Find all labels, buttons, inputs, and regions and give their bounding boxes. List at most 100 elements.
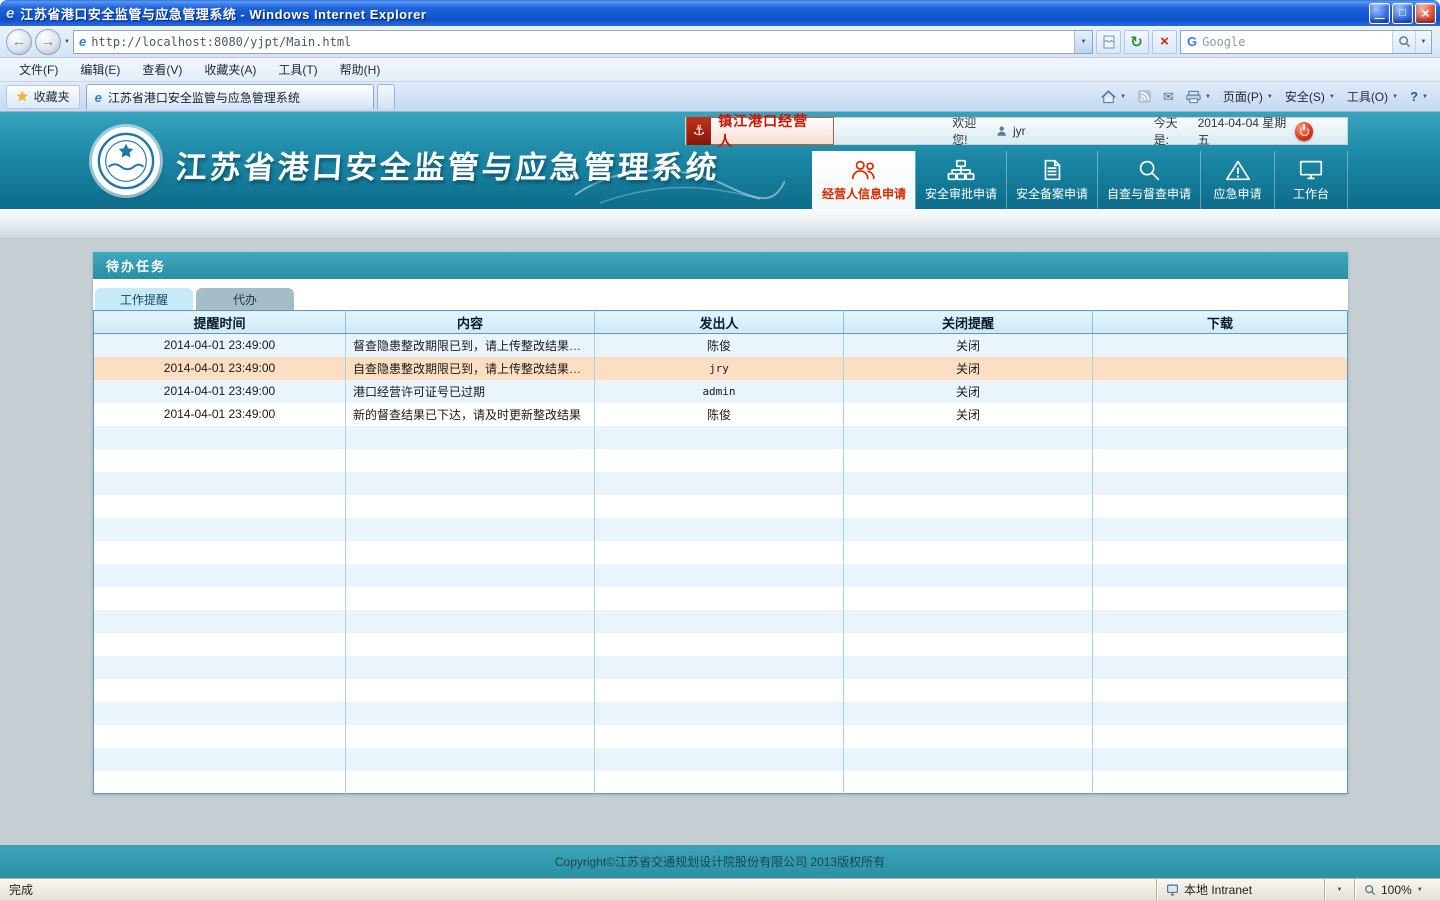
today-label: 今天是: (1154, 114, 1192, 148)
favorites-label: 收藏夹 (34, 88, 70, 105)
main-navigation: 经营人信息申请安全审批申请安全备案申请自查与督查申请应急申请工作台 (812, 151, 1348, 209)
favorites-button[interactable]: ★ 收藏夹 (6, 85, 80, 109)
reminder-row: 2014-04-01 23:49:00港口经营许可证号已过期admin关闭 (94, 380, 1348, 403)
empty-row (94, 633, 1348, 656)
magnifier-icon (1398, 35, 1411, 48)
compatibility-icon (1102, 35, 1116, 49)
cell-sender: 陈俊 (595, 334, 844, 357)
anchor-icon: ⚓ (687, 117, 711, 145)
browser-tab[interactable]: e 江苏省港口安全监管与应急管理系统 (86, 84, 374, 109)
safety-menu-button[interactable]: 安全(S) ▼ (1279, 85, 1341, 109)
forward-button[interactable]: → (35, 29, 61, 55)
column-header-3: 发出人 (595, 311, 844, 334)
empty-row (94, 587, 1348, 610)
cell-close: 关闭 (844, 380, 1093, 403)
menu-view[interactable]: 查看(V) (131, 58, 193, 81)
logout-button[interactable] (1295, 122, 1313, 141)
page-menu-button[interactable]: 页面(P) ▼ (1217, 85, 1279, 109)
star-icon: ★ (16, 88, 29, 105)
home-button[interactable]: ▼ (1095, 85, 1132, 109)
tools-menu-button[interactable]: 工具(O) ▼ (1341, 85, 1404, 109)
close-reminder-link[interactable]: 关闭 (956, 385, 980, 399)
menu-bar: 文件(F)编辑(E)查看(V)收藏夹(A)工具(T)帮助(H) (0, 58, 1440, 82)
status-text: 完成 (0, 881, 1156, 898)
read-mail-button[interactable]: ✉ (1157, 85, 1180, 109)
empty-row (94, 426, 1348, 449)
compatibility-view-button[interactable] (1096, 30, 1121, 54)
nav-tab-2[interactable]: 安全审批申请 (915, 151, 1006, 209)
status-options-button[interactable]: ▼ (1324, 879, 1354, 900)
table-header-row: 提醒时间内容发出人关闭提醒下载 (94, 311, 1348, 334)
today-date: 2014-04-04 星期五 (1198, 114, 1295, 148)
cell-time: 2014-04-01 23:49:00 (94, 380, 346, 403)
url-text[interactable]: http://localhost:8080/yjpt/Main.html (91, 35, 1069, 49)
dropdown-caret-icon: ▼ (1120, 94, 1126, 100)
back-button[interactable]: ← (6, 29, 32, 55)
empty-row (94, 495, 1348, 518)
print-button[interactable]: ▼ (1180, 85, 1217, 109)
maximize-button[interactable]: □ (1392, 3, 1413, 24)
help-icon: ? (1410, 89, 1418, 104)
tools-menu-label: 工具(O) (1347, 88, 1388, 105)
zoom-control[interactable]: 100% ▼ (1354, 879, 1440, 900)
minimize-icon: — (1375, 14, 1385, 23)
nav-tab-label: 安全审批申请 (925, 185, 997, 202)
search-box[interactable]: G Google ▼ (1180, 30, 1432, 54)
nav-tab-3[interactable]: 安全备案申请 (1006, 151, 1097, 209)
empty-row (94, 449, 1348, 472)
cell-content: 新的督查结果已下达，请及时更新整改结果 (346, 403, 595, 426)
user-icon (996, 125, 1007, 137)
header-divider-band (0, 209, 1440, 239)
search-button[interactable] (1393, 31, 1415, 53)
window-title: 江苏省港口安全监管与应急管理系统 - Windows Internet Expl… (20, 4, 426, 23)
menu-edit[interactable]: 编辑(E) (69, 58, 131, 81)
new-tab-button[interactable] (377, 84, 395, 109)
nav-tab-5[interactable]: 应急申请 (1200, 151, 1274, 209)
feeds-button[interactable] (1132, 85, 1157, 109)
task-tab-reminders[interactable]: 工作提醒 (95, 288, 193, 310)
nav-tab-4[interactable]: 自查与督查申请 (1097, 151, 1200, 209)
forward-arrow-icon: → (41, 33, 56, 50)
document-icon (1038, 158, 1066, 182)
minimize-button[interactable]: — (1369, 3, 1390, 24)
task-tab-todo[interactable]: 代办 (196, 288, 294, 310)
menu-favorites[interactable]: 收藏夹(A) (193, 58, 267, 81)
printer-icon (1186, 90, 1201, 104)
reminder-row: 2014-04-01 23:49:00督查隐患整改期限已到，请上传整改结果…陈俊… (94, 334, 1348, 357)
cell-content: 港口经营许可证号已过期 (346, 380, 595, 403)
close-reminder-link[interactable]: 关闭 (956, 362, 980, 376)
nav-tab-6[interactable]: 工作台 (1274, 151, 1348, 209)
address-dropdown-button[interactable]: ▼ (1074, 31, 1092, 53)
empty-row (94, 725, 1348, 748)
nav-tab-1[interactable]: 经营人信息申请 (812, 151, 915, 209)
mail-icon: ✉ (1163, 89, 1174, 105)
column-header-2: 内容 (346, 311, 595, 334)
org-chart-icon (947, 158, 975, 182)
refresh-button[interactable]: ↻ (1124, 30, 1149, 54)
magnifier-icon (1135, 158, 1163, 182)
history-dropdown[interactable]: ▼ (64, 39, 70, 45)
address-bar[interactable]: e http://localhost:8080/yjpt/Main.html ▼ (73, 30, 1093, 54)
task-tabs: 工作提醒代办 (93, 279, 1348, 310)
close-reminder-link[interactable]: 关闭 (956, 339, 980, 353)
search-input[interactable]: Google (1202, 35, 1392, 49)
menu-help[interactable]: 帮助(H) (329, 58, 392, 81)
menu-tools[interactable]: 工具(T) (267, 58, 328, 81)
nav-tab-label: 自查与督查申请 (1107, 185, 1191, 202)
reminder-row: 2014-04-01 23:49:00自查隐患整改期限已到，请上传整改结果…jr… (94, 357, 1348, 380)
menu-file[interactable]: 文件(F) (8, 58, 69, 81)
operator-role-label: 镇江港口经营人 (718, 111, 819, 151)
empty-row (94, 748, 1348, 771)
page-icon: e (79, 34, 86, 49)
empty-row (94, 518, 1348, 541)
search-dropdown-button[interactable]: ▼ (1415, 31, 1431, 53)
help-button[interactable]: ? ▼ (1404, 85, 1434, 109)
stop-button[interactable]: × (1152, 30, 1177, 54)
reminder-row: 2014-04-01 23:49:00新的督查结果已下达，请及时更新整改结果陈俊… (94, 403, 1348, 426)
dropdown-caret-icon: ▼ (1421, 39, 1427, 45)
close-reminder-link[interactable]: 关闭 (956, 408, 980, 422)
close-icon: × (1421, 5, 1429, 21)
monitor-icon (1297, 158, 1325, 182)
system-title: 江苏省港口安全监管与应急管理系统 (174, 142, 721, 187)
close-button[interactable]: × (1415, 3, 1436, 24)
